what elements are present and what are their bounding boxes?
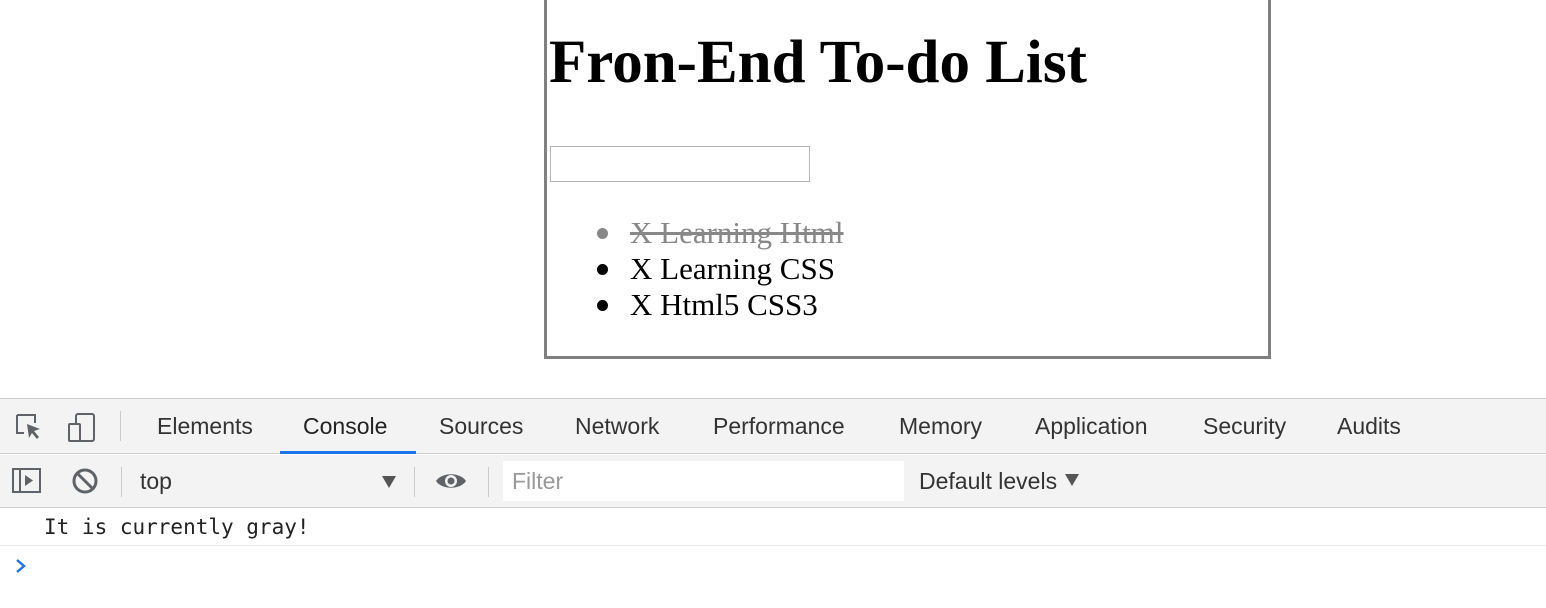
todo-list: X Learning Html X Learning CSS X Html5 C… [593, 215, 844, 323]
context-label: top [140, 468, 172, 494]
log-levels-label: Default levels [919, 468, 1058, 494]
console-toolbar: top Default levels [0, 455, 1546, 508]
bullet-icon [597, 228, 608, 239]
bullet-icon [597, 300, 608, 311]
console-filter-input[interactable] [503, 461, 904, 501]
todo-item[interactable]: X Html5 CSS3 [593, 287, 844, 323]
context-selector[interactable]: top [130, 461, 406, 501]
tab-memory[interactable]: Memory [899, 399, 982, 454]
show-sidebar-icon[interactable] [10, 465, 42, 497]
clear-console-icon[interactable] [69, 465, 101, 497]
console-output: It is currently gray! [0, 509, 1546, 608]
dropdown-arrow-icon [1065, 474, 1080, 486]
toolbar-divider [121, 467, 122, 497]
console-prompt[interactable] [0, 547, 1546, 587]
todo-item-label: X Learning Html [630, 215, 844, 250]
tab-audits[interactable]: Audits [1337, 399, 1401, 454]
todo-item-label: X Learning CSS [630, 251, 835, 286]
toolbar-divider [488, 467, 489, 497]
chevron-right-icon [14, 557, 28, 575]
inspect-element-icon[interactable] [13, 411, 45, 443]
bullet-icon [597, 264, 608, 275]
console-message-text: It is currently gray! [44, 515, 310, 539]
todo-item[interactable]: X Learning CSS [593, 251, 844, 287]
device-toolbar-icon[interactable] [66, 411, 98, 443]
tab-network[interactable]: Network [575, 399, 659, 454]
active-tab-indicator [280, 451, 416, 454]
eye-icon[interactable] [435, 465, 467, 497]
toolbar-divider [414, 467, 415, 497]
toolbar-divider [120, 411, 121, 441]
devtools-tabbar: Elements Console Sources Network Perform… [0, 399, 1546, 454]
todo-item[interactable]: X Learning Html [593, 215, 844, 251]
devtools-panel: Elements Console Sources Network Perform… [0, 398, 1546, 608]
page-viewport: Fron-End To-do List X Learning Html X Le… [0, 0, 1546, 398]
tab-console[interactable]: Console [303, 399, 387, 454]
tab-performance[interactable]: Performance [713, 399, 845, 454]
dropdown-arrow-icon [382, 476, 396, 488]
todo-input[interactable] [550, 146, 810, 182]
tab-security[interactable]: Security [1203, 399, 1286, 454]
log-levels-dropdown[interactable]: Default levels [919, 461, 1080, 501]
page-title: Fron-End To-do List [549, 29, 1087, 96]
tab-sources[interactable]: Sources [439, 399, 523, 454]
todo-container: Fron-End To-do List X Learning Html X Le… [544, 0, 1271, 359]
tab-application[interactable]: Application [1035, 399, 1148, 454]
console-message: It is currently gray! [0, 509, 1546, 546]
tab-elements[interactable]: Elements [157, 399, 253, 454]
todo-item-label: X Html5 CSS3 [630, 287, 818, 322]
